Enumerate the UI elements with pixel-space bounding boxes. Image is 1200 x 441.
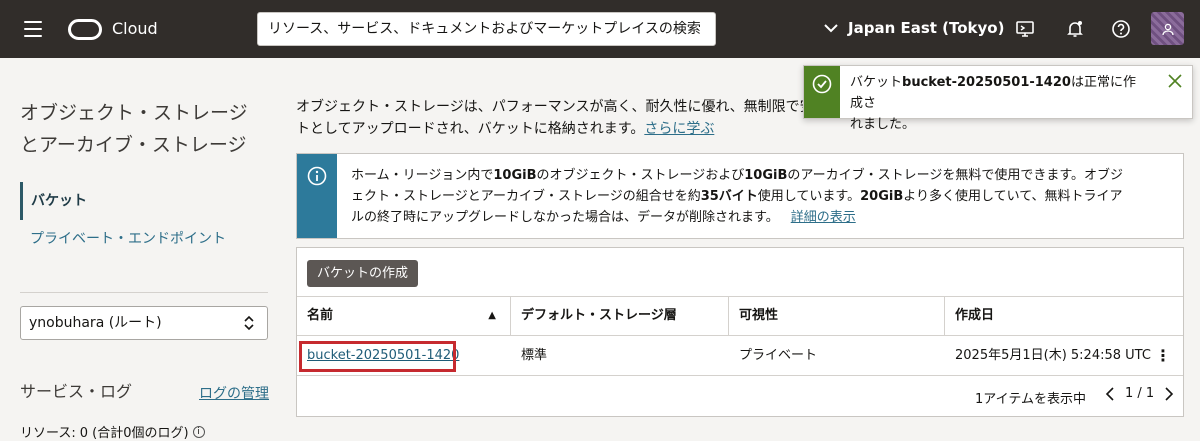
toast-text-line2: れました。	[850, 117, 916, 132]
toast-message: バケットbucket-20250501-1420は正常に作成さ れました。	[840, 66, 1152, 132]
toast-text-part: バケット	[850, 75, 903, 90]
prev-page-icon[interactable]	[1105, 386, 1115, 401]
table-row: bucket-20250501-1420 標準 プライベート 2025年5月1日…	[297, 336, 1183, 376]
cell-name: bucket-20250501-1420	[297, 336, 511, 376]
search-input[interactable]	[257, 12, 716, 46]
banner-text-part: のオブジェクト・ストレージおよび	[536, 168, 745, 183]
success-toast: バケットbucket-20250501-1420は正常に作成さ れました。	[803, 65, 1193, 132]
region-label: Japan East (Tokyo)	[848, 19, 1005, 37]
resources-label: リソース:	[20, 426, 76, 441]
region-selector[interactable]: Japan East (Tokyo)	[824, 19, 1004, 37]
log-manage-link[interactable]: ログの管理	[199, 383, 269, 403]
check-circle-icon	[812, 74, 832, 94]
next-page-icon[interactable]	[1164, 386, 1174, 401]
banner-text: ホーム・リージョン内で10GiBのオブジェクト・ストレージおよび10GiBのアー…	[337, 154, 1137, 238]
banner-text-part: より多く使用していて、無料トライア	[903, 189, 1123, 204]
intro-text: オブジェクト・ストレージは、パフォーマンスが高く、耐久性に優れ、無制限で安 トと…	[296, 96, 816, 140]
resources-value: 0 (合計0個のログ)	[79, 426, 189, 441]
page-indicator: 1 / 1	[1125, 386, 1155, 401]
info-icon[interactable]: i	[192, 425, 205, 438]
cell-tier: 標準	[521, 348, 548, 363]
intro-line-2: トとしてアップロードされ、バケットに格納されます。	[296, 121, 645, 137]
column-header-tier[interactable]: デフォルト・ストレージ層	[511, 297, 729, 335]
resources-summary: リソース: 0 (合計0個のログ) i	[20, 422, 205, 441]
row-actions-kebab-icon[interactable]: ⋮	[1155, 336, 1171, 376]
column-header-created[interactable]: 作成日	[945, 297, 1183, 335]
show-details-link[interactable]: 詳細の表示	[791, 210, 856, 225]
banner-text-part: のアーカイブ・ストレージを無料で使用できます。オブジ	[787, 168, 1124, 183]
banner-text-part: 使用しています。	[757, 189, 861, 204]
banner-bold: 20GiB	[860, 189, 904, 204]
banner-bold: 10GiB	[493, 168, 537, 183]
sidebar-divider	[20, 292, 268, 293]
item-count: 1アイテムを表示中	[975, 392, 1086, 407]
banner-accent	[297, 154, 337, 238]
column-header-visibility[interactable]: 可視性	[729, 297, 945, 335]
oracle-logo-icon[interactable]	[68, 19, 102, 40]
banner-text-part: ルの終了時にアップグレードしなかった場合は、データが削除されます。	[351, 210, 779, 225]
banner-text-part: ェクト・ストレージとアーカイブ・ストレージの組合せを約	[351, 189, 701, 204]
sidebar-item-buckets[interactable]: バケット	[20, 182, 87, 220]
cell-created: 2025年5月1日(木) 5:24:58 UTC	[955, 348, 1151, 363]
user-avatar[interactable]	[1151, 12, 1184, 45]
help-icon[interactable]	[1111, 19, 1131, 39]
learn-more-link[interactable]: さらに学ぶ	[644, 121, 714, 137]
close-icon[interactable]	[1168, 74, 1182, 88]
sidebar-title: オブジェクト・ストレージとアーカイブ・ストレージ	[20, 102, 248, 156]
banner-text-part: ホーム・リージョン内で	[351, 168, 494, 183]
banner-bold: 35バイト	[700, 189, 758, 204]
hamburger-menu-icon[interactable]	[24, 21, 42, 37]
pagination: 1 / 1	[1105, 386, 1174, 401]
create-bucket-button[interactable]: バケットの作成	[307, 260, 419, 287]
service-log-heading: サービス・ログ	[20, 382, 133, 401]
column-header-name[interactable]: 名前 ▲	[297, 297, 511, 335]
chevron-down-icon	[824, 23, 838, 32]
table-header: 名前 ▲ デフォルト・ストレージ層 可視性 作成日	[297, 296, 1183, 336]
top-header: Cloud Japan East (Tokyo)	[0, 0, 1200, 58]
brand-label[interactable]: Cloud	[112, 19, 158, 38]
sidebar-item-private-endpoints[interactable]: プライベート・エンドポイント	[30, 228, 226, 248]
buckets-table: バケットの作成 名前 ▲ デフォルト・ストレージ層 可視性 作成日 bucket…	[296, 247, 1184, 417]
column-label: 名前	[307, 308, 334, 323]
user-icon	[1161, 23, 1174, 35]
table-footer: 1アイテムを表示中 1 / 1	[297, 376, 1183, 416]
sort-ascending-icon[interactable]: ▲	[488, 297, 496, 335]
select-arrows-icon	[244, 315, 254, 331]
toast-accent	[804, 66, 840, 118]
cell-visibility: プライベート	[739, 348, 818, 363]
info-circle-icon	[307, 166, 327, 186]
free-tier-info-banner: ホーム・リージョン内で10GiBのオブジェクト・ストレージおよび10GiBのアー…	[296, 153, 1184, 239]
compartment-select[interactable]: ynobuhara (ルート)	[20, 306, 268, 340]
highlight-box	[299, 341, 456, 372]
compartment-value: ynobuhara (ルート)	[29, 315, 162, 331]
cloud-shell-icon[interactable]	[1015, 19, 1035, 39]
notification-bell-icon[interactable]	[1065, 19, 1085, 39]
intro-line-1: オブジェクト・ストレージは、パフォーマンスが高く、耐久性に優れ、無制限で安	[296, 99, 814, 115]
banner-bold: 10GiB	[744, 168, 788, 183]
toast-bucket-name: bucket-20250501-1420	[902, 75, 1071, 90]
